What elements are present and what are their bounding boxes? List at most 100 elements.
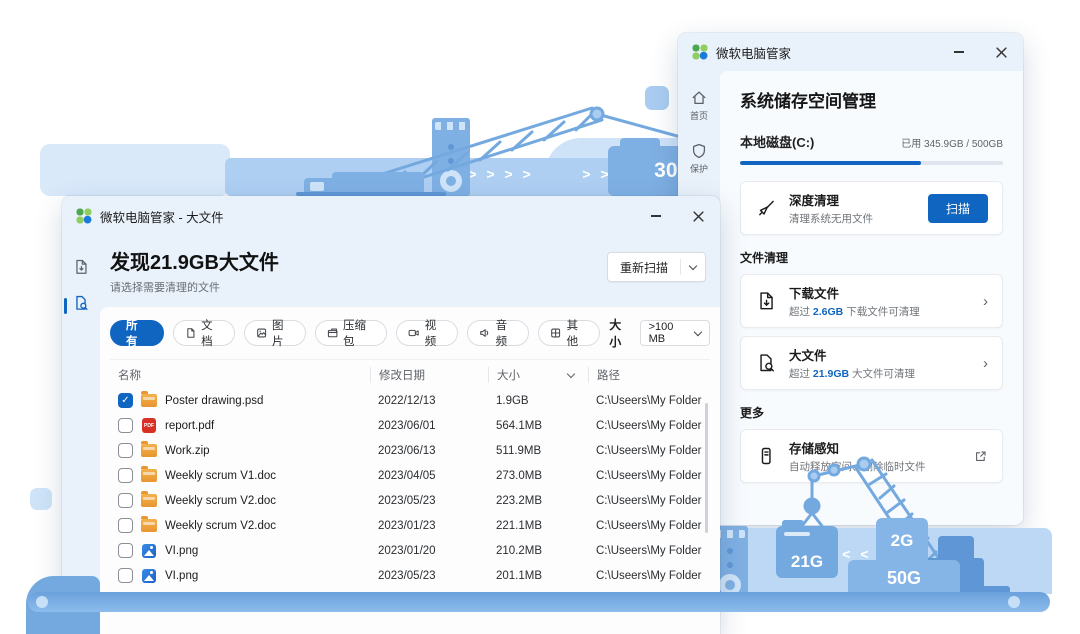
file-row[interactable]: report.pdf 2023/06/01 564.1MB C:\Useers\…: [110, 413, 710, 438]
close-button[interactable]: [993, 44, 1009, 60]
scan-button[interactable]: 扫描: [928, 194, 988, 223]
folder-21g: 21G: [776, 526, 838, 578]
file-row[interactable]: Weekly scrum V2.doc 2023/05/23 223.2MB C…: [110, 488, 710, 513]
deep-clean-desc: 清理系统无用文件: [789, 211, 916, 226]
folder-file-icon: [141, 444, 157, 457]
file-date: 2023/01/20: [370, 545, 488, 557]
folder-file-icon: [141, 494, 157, 507]
box-50g-label: 50G: [887, 568, 921, 589]
main-window-titlebar: 微软电脑管家 - 大文件: [62, 196, 720, 236]
file-size: 223.2MB: [488, 495, 588, 507]
filter-chip-audio[interactable]: 音频: [467, 320, 529, 346]
rescan-split-button[interactable]: 重新扫描: [607, 252, 706, 282]
deep-clean-card[interactable]: 深度清理 清理系统无用文件 扫描: [740, 181, 1003, 235]
size-filter-value: >100 MB: [649, 321, 690, 345]
file-size: 273.0MB: [488, 470, 588, 482]
page-title: 系统储存空间管理: [740, 87, 1003, 112]
large-files-size-value: 21.9GB: [813, 368, 849, 380]
file-row[interactable]: Weekly scrum V2.doc 2023/01/23 221.1MB C…: [110, 513, 710, 538]
chip-label: 图片: [272, 317, 294, 349]
filter-chip-all[interactable]: 所有: [110, 320, 164, 346]
tower-dot: [727, 548, 733, 554]
row-checkbox[interactable]: [118, 493, 133, 508]
large-files-window: 微软电脑管家 - 大文件: [62, 196, 720, 634]
close-icon: [693, 211, 704, 222]
column-header-date[interactable]: 修改日期: [370, 367, 488, 383]
file-row[interactable]: VI.png 2023/05/23 201.1MB C:\Useers\My F…: [110, 563, 710, 588]
video-icon: [408, 327, 419, 339]
vertical-scrollbar[interactable]: [705, 403, 708, 533]
filter-chip-archives[interactable]: 压缩包: [315, 320, 388, 346]
image-icon: [256, 327, 267, 339]
row-checkbox[interactable]: [118, 393, 133, 408]
sidebar-item-download-files[interactable]: [62, 258, 100, 276]
filter-chip-videos[interactable]: 视频: [396, 320, 458, 346]
archive-icon: [327, 327, 338, 339]
row-checkbox[interactable]: [118, 543, 133, 558]
found-subtitle: 请选择需要清理的文件: [110, 279, 279, 295]
folder-file-icon: [141, 519, 157, 532]
pdf-file-icon: [142, 418, 156, 433]
file-path: C:\Useers\My Folder: [588, 545, 710, 557]
disk-usage: 已用 345.9GB / 500GB: [901, 135, 1003, 150]
file-name: Weekly scrum V2.doc: [165, 495, 276, 507]
minimize-button[interactable]: [951, 44, 967, 60]
deep-clean-title: 深度清理: [789, 190, 916, 209]
file-row[interactable]: Weekly scrum V1.doc 2023/04/05 273.0MB C…: [110, 463, 710, 488]
section-more: 更多: [740, 404, 1003, 421]
large-files-card[interactable]: 大文件 超过 21.9GB 大文件可清理 ›: [740, 336, 1003, 390]
minimize-icon: [954, 51, 964, 53]
file-date: 2023/05/23: [370, 495, 488, 507]
chip-label: 所有: [126, 317, 148, 349]
file-date: 2022/12/13: [370, 395, 488, 407]
filter-chip-images[interactable]: 图片: [244, 320, 306, 346]
nav-item-protect[interactable]: 保护: [678, 142, 720, 175]
chip-label: 文档: [201, 317, 223, 349]
sidebar-item-large-files[interactable]: [62, 294, 100, 312]
download-file-icon: [755, 290, 777, 312]
image-file-icon: [142, 569, 156, 583]
file-row[interactable]: Poster drawing.psd 2022/12/13 1.9GB C:\U…: [110, 388, 710, 413]
column-header-size[interactable]: 大小: [488, 367, 588, 383]
table-header: 名称 修改日期 大小 路径: [110, 362, 710, 388]
column-header-path[interactable]: 路径: [588, 367, 710, 383]
rescan-dropdown-toggle[interactable]: [681, 266, 705, 269]
column-header-name[interactable]: 名称: [110, 367, 370, 383]
file-list: Poster drawing.psd 2022/12/13 1.9GB C:\U…: [110, 388, 710, 613]
large-files-header: 发现21.9GB大文件 请选择需要清理的文件 重新扫描: [100, 236, 720, 307]
row-checkbox[interactable]: [118, 468, 133, 483]
download-files-desc: 超过 2.6GB 下载文件可清理: [789, 304, 971, 319]
filter-chips-row: 所有 文档 图片: [110, 316, 710, 360]
size-filter-dropdown[interactable]: >100 MB: [640, 320, 710, 346]
row-checkbox[interactable]: [118, 443, 133, 458]
file-row[interactable]: VI.png 2023/01/20 210.2MB C:\Useers\My F…: [110, 538, 710, 563]
chip-label: 其他: [567, 317, 589, 349]
grid-icon: [550, 327, 561, 339]
row-checkbox[interactable]: [118, 568, 133, 583]
box-50g: 50G: [848, 560, 960, 596]
audio-icon: [479, 327, 490, 339]
folder-file-icon: [141, 469, 157, 482]
document-icon: [185, 327, 196, 339]
close-button[interactable]: [690, 208, 706, 224]
shield-icon: [690, 142, 708, 160]
bottom-pipe: [28, 592, 1050, 612]
folder-21g-label: 21G: [791, 552, 823, 572]
floating-block: [30, 488, 52, 510]
chevron-right-icon: ›: [983, 293, 988, 310]
building-block: [40, 144, 230, 196]
download-files-card[interactable]: 下载文件 超过 2.6GB 下载文件可清理 ›: [740, 274, 1003, 328]
nav-item-home[interactable]: 首页: [678, 89, 720, 122]
filter-chip-other[interactable]: 其他: [538, 320, 600, 346]
row-checkbox[interactable]: [118, 418, 133, 433]
chevron-right-icon: ›: [983, 355, 988, 372]
file-row[interactable]: Work.zip 2023/06/13 511.9MB C:\Useers\My…: [110, 438, 710, 463]
minimize-button[interactable]: [648, 208, 664, 224]
file-path: C:\Useers\My Folder: [588, 495, 710, 507]
disk-progress-fill: [740, 161, 921, 165]
storage-window-titlebar: 微软电脑管家: [678, 33, 1023, 71]
row-checkbox[interactable]: [118, 518, 133, 533]
disk-name: 本地磁盘(C:): [740, 132, 814, 151]
filter-chip-documents[interactable]: 文档: [173, 320, 235, 346]
minimize-icon: [651, 215, 661, 217]
